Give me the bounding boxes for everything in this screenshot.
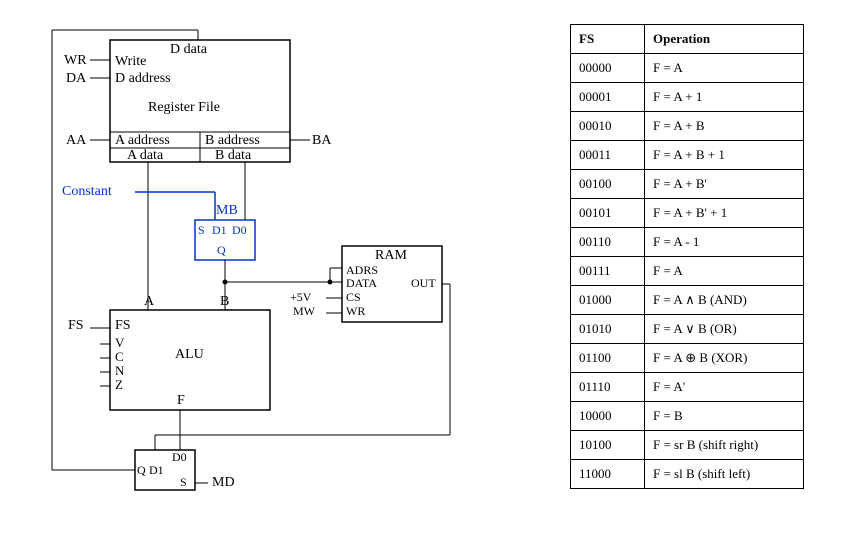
table-row: 01100F = A ⊕ B (XOR)	[571, 344, 804, 373]
table-row: 00100F = A + B'	[571, 170, 804, 199]
mb-q: Q	[217, 243, 226, 258]
table-row: 01000F = A ∧ B (AND)	[571, 286, 804, 315]
table-row: 00010F = A + B	[571, 112, 804, 141]
fs-operation: F = A - 1	[645, 228, 804, 257]
fs-code: 01010	[571, 315, 645, 344]
alu-b: B	[220, 294, 229, 310]
table-row: 10000F = B	[571, 402, 804, 431]
fs-operation: F = A + B' + 1	[645, 199, 804, 228]
fs-operation: F = A + 1	[645, 83, 804, 112]
fs-code: 10100	[571, 431, 645, 460]
table-row: 00101F = A + B' + 1	[571, 199, 804, 228]
ram-cs: CS	[346, 290, 361, 305]
table-row: 01110F = A'	[571, 373, 804, 402]
regfile-aaddr: A address	[115, 133, 170, 149]
regfile-baddr: B address	[205, 133, 260, 149]
fs-code: 00011	[571, 141, 645, 170]
fs-code: 01110	[571, 373, 645, 402]
mb-s: S	[198, 223, 205, 238]
fs-code: 00101	[571, 199, 645, 228]
da-label: DA	[66, 71, 86, 87]
fs-code: 00111	[571, 257, 645, 286]
alu-z: Z	[115, 377, 123, 393]
ram-5v: +5V	[290, 290, 311, 305]
md-d1: D1	[149, 463, 164, 478]
md-q: Q	[137, 463, 146, 478]
fs-operation: F = A + B + 1	[645, 141, 804, 170]
md-d0: D0	[172, 450, 187, 465]
regfile-adata: A data	[127, 148, 163, 164]
mb-d1: D1	[212, 223, 227, 238]
table-row: 00111F = A	[571, 257, 804, 286]
table-row: 00001F = A + 1	[571, 83, 804, 112]
fs-code: 00010	[571, 112, 645, 141]
fs-operation: F = A	[645, 54, 804, 83]
fs-operation: F = A + B'	[645, 170, 804, 199]
fs-operation: F = sl B (shift left)	[645, 460, 804, 489]
regfile-bdata: B data	[215, 148, 251, 164]
regfile-d-data: D data	[170, 42, 207, 58]
table-row: 01010F = A ∨ B (OR)	[571, 315, 804, 344]
fs-operation: F = A + B	[645, 112, 804, 141]
ram-mw: MW	[293, 304, 315, 319]
wr-label: WR	[64, 53, 87, 69]
table-row: 00000F = A	[571, 54, 804, 83]
fs-operation: F = A ∧ B (AND)	[645, 286, 804, 315]
regfile-write: Write	[115, 54, 146, 70]
regfile-daddr: D address	[115, 71, 171, 87]
aa-label: AA	[66, 133, 86, 149]
ram-wr: WR	[346, 304, 365, 319]
mb-name: MB	[216, 203, 238, 219]
header-fs: FS	[571, 25, 645, 54]
ram-data: DATA	[346, 276, 377, 291]
fs-operation-table: FS Operation 00000F = A00001F = A + 1000…	[570, 24, 804, 489]
table-row: 11000F = sl B (shift left)	[571, 460, 804, 489]
fs-operation: F = sr B (shift right)	[645, 431, 804, 460]
md-s: S	[180, 475, 187, 490]
fs-operation: F = A ⊕ B (XOR)	[645, 344, 804, 373]
table-row: 10100F = sr B (shift right)	[571, 431, 804, 460]
fs-operation: F = B	[645, 402, 804, 431]
regfile-title: Register File	[148, 100, 220, 116]
alu-fs: FS	[115, 318, 131, 334]
diagram-svg	[30, 20, 460, 530]
fs-code: 01100	[571, 344, 645, 373]
fs-code: 01000	[571, 286, 645, 315]
alu-f: F	[177, 393, 185, 409]
fs-operation: F = A ∨ B (OR)	[645, 315, 804, 344]
ram-out: OUT	[411, 276, 436, 291]
header-op: Operation	[645, 25, 804, 54]
fs-operation: F = A'	[645, 373, 804, 402]
mb-d0: D0	[232, 223, 247, 238]
table-header-row: FS Operation	[571, 25, 804, 54]
table-row: 00110F = A - 1	[571, 228, 804, 257]
alu-a: A	[144, 294, 154, 310]
fs-ext-label: FS	[68, 318, 84, 334]
fs-operation: F = A	[645, 257, 804, 286]
fs-code: 00100	[571, 170, 645, 199]
ba-label: BA	[312, 133, 331, 149]
fs-code: 11000	[571, 460, 645, 489]
fs-code: 00001	[571, 83, 645, 112]
constant-label: Constant	[62, 184, 112, 200]
table-row: 00011F = A + B + 1	[571, 141, 804, 170]
datapath-diagram: D data Write D address Register File A a…	[30, 20, 460, 530]
fs-code: 00110	[571, 228, 645, 257]
fs-code: 00000	[571, 54, 645, 83]
fs-code: 10000	[571, 402, 645, 431]
md-name: MD	[212, 475, 235, 491]
alu-name: ALU	[175, 347, 204, 363]
ram-name: RAM	[375, 248, 407, 264]
